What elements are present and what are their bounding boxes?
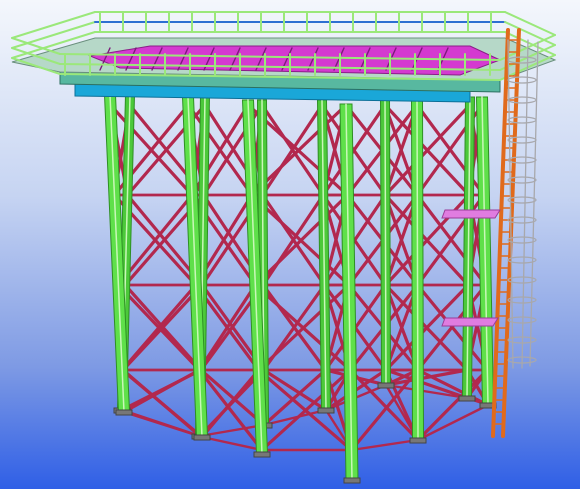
access-platform [441, 209, 501, 219]
horizontal-tie [122, 410, 204, 439]
horizontal-tie [350, 438, 420, 452]
base-plate [193, 434, 211, 441]
bracing-member [197, 283, 257, 372]
model-viewport[interactable] [0, 0, 580, 489]
base-plate [409, 437, 427, 444]
cage-hoop [507, 116, 537, 124]
access-platform [441, 317, 499, 327]
structure-model[interactable] [0, 0, 580, 489]
bracing-group [108, 103, 490, 452]
base-plate [115, 409, 133, 416]
cage-hoop [507, 256, 537, 264]
base-plate [377, 382, 395, 389]
cage-hoop [507, 136, 537, 144]
bracing-member [122, 368, 201, 414]
cage-hoop [507, 76, 537, 84]
cage-bar [521, 39, 529, 369]
base-plate [253, 451, 271, 458]
base-plate [458, 395, 476, 402]
base-plate [317, 407, 335, 414]
bracing-member [120, 283, 198, 372]
bracing-member [416, 368, 489, 442]
column-highlight [416, 99, 419, 441]
horizontal-tie [416, 403, 490, 442]
column-highlight [384, 96, 387, 386]
base-plate [343, 477, 361, 484]
handrail [504, 11, 556, 36]
